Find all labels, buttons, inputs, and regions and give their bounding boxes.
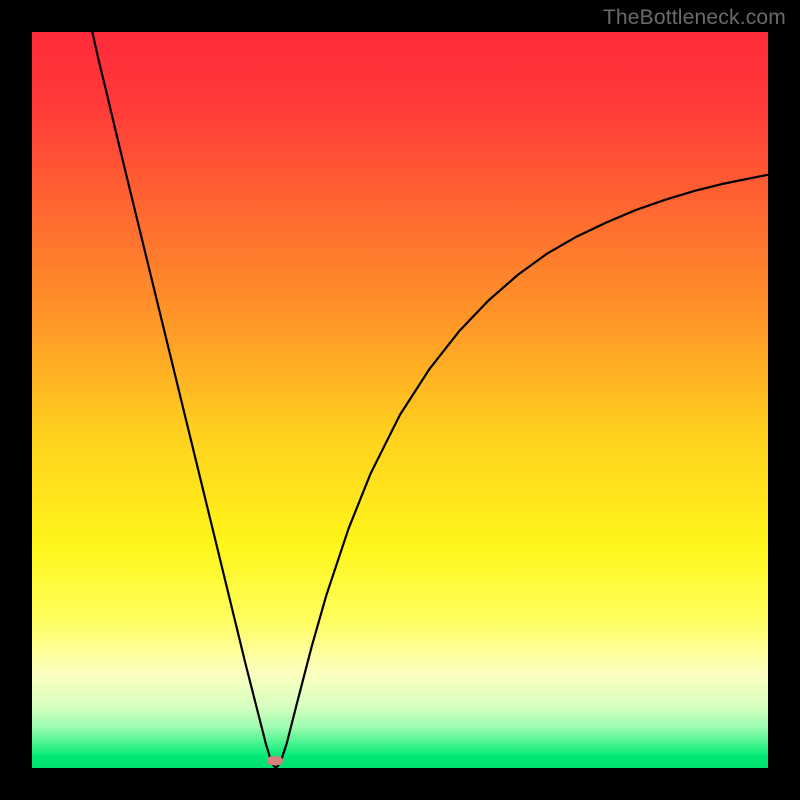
- bottleneck-curve: [32, 32, 768, 768]
- plot-area: [32, 32, 768, 768]
- watermark-text: TheBottleneck.com: [603, 6, 786, 30]
- optimal-point-marker: [267, 756, 283, 766]
- chart-frame: TheBottleneck.com: [0, 0, 800, 800]
